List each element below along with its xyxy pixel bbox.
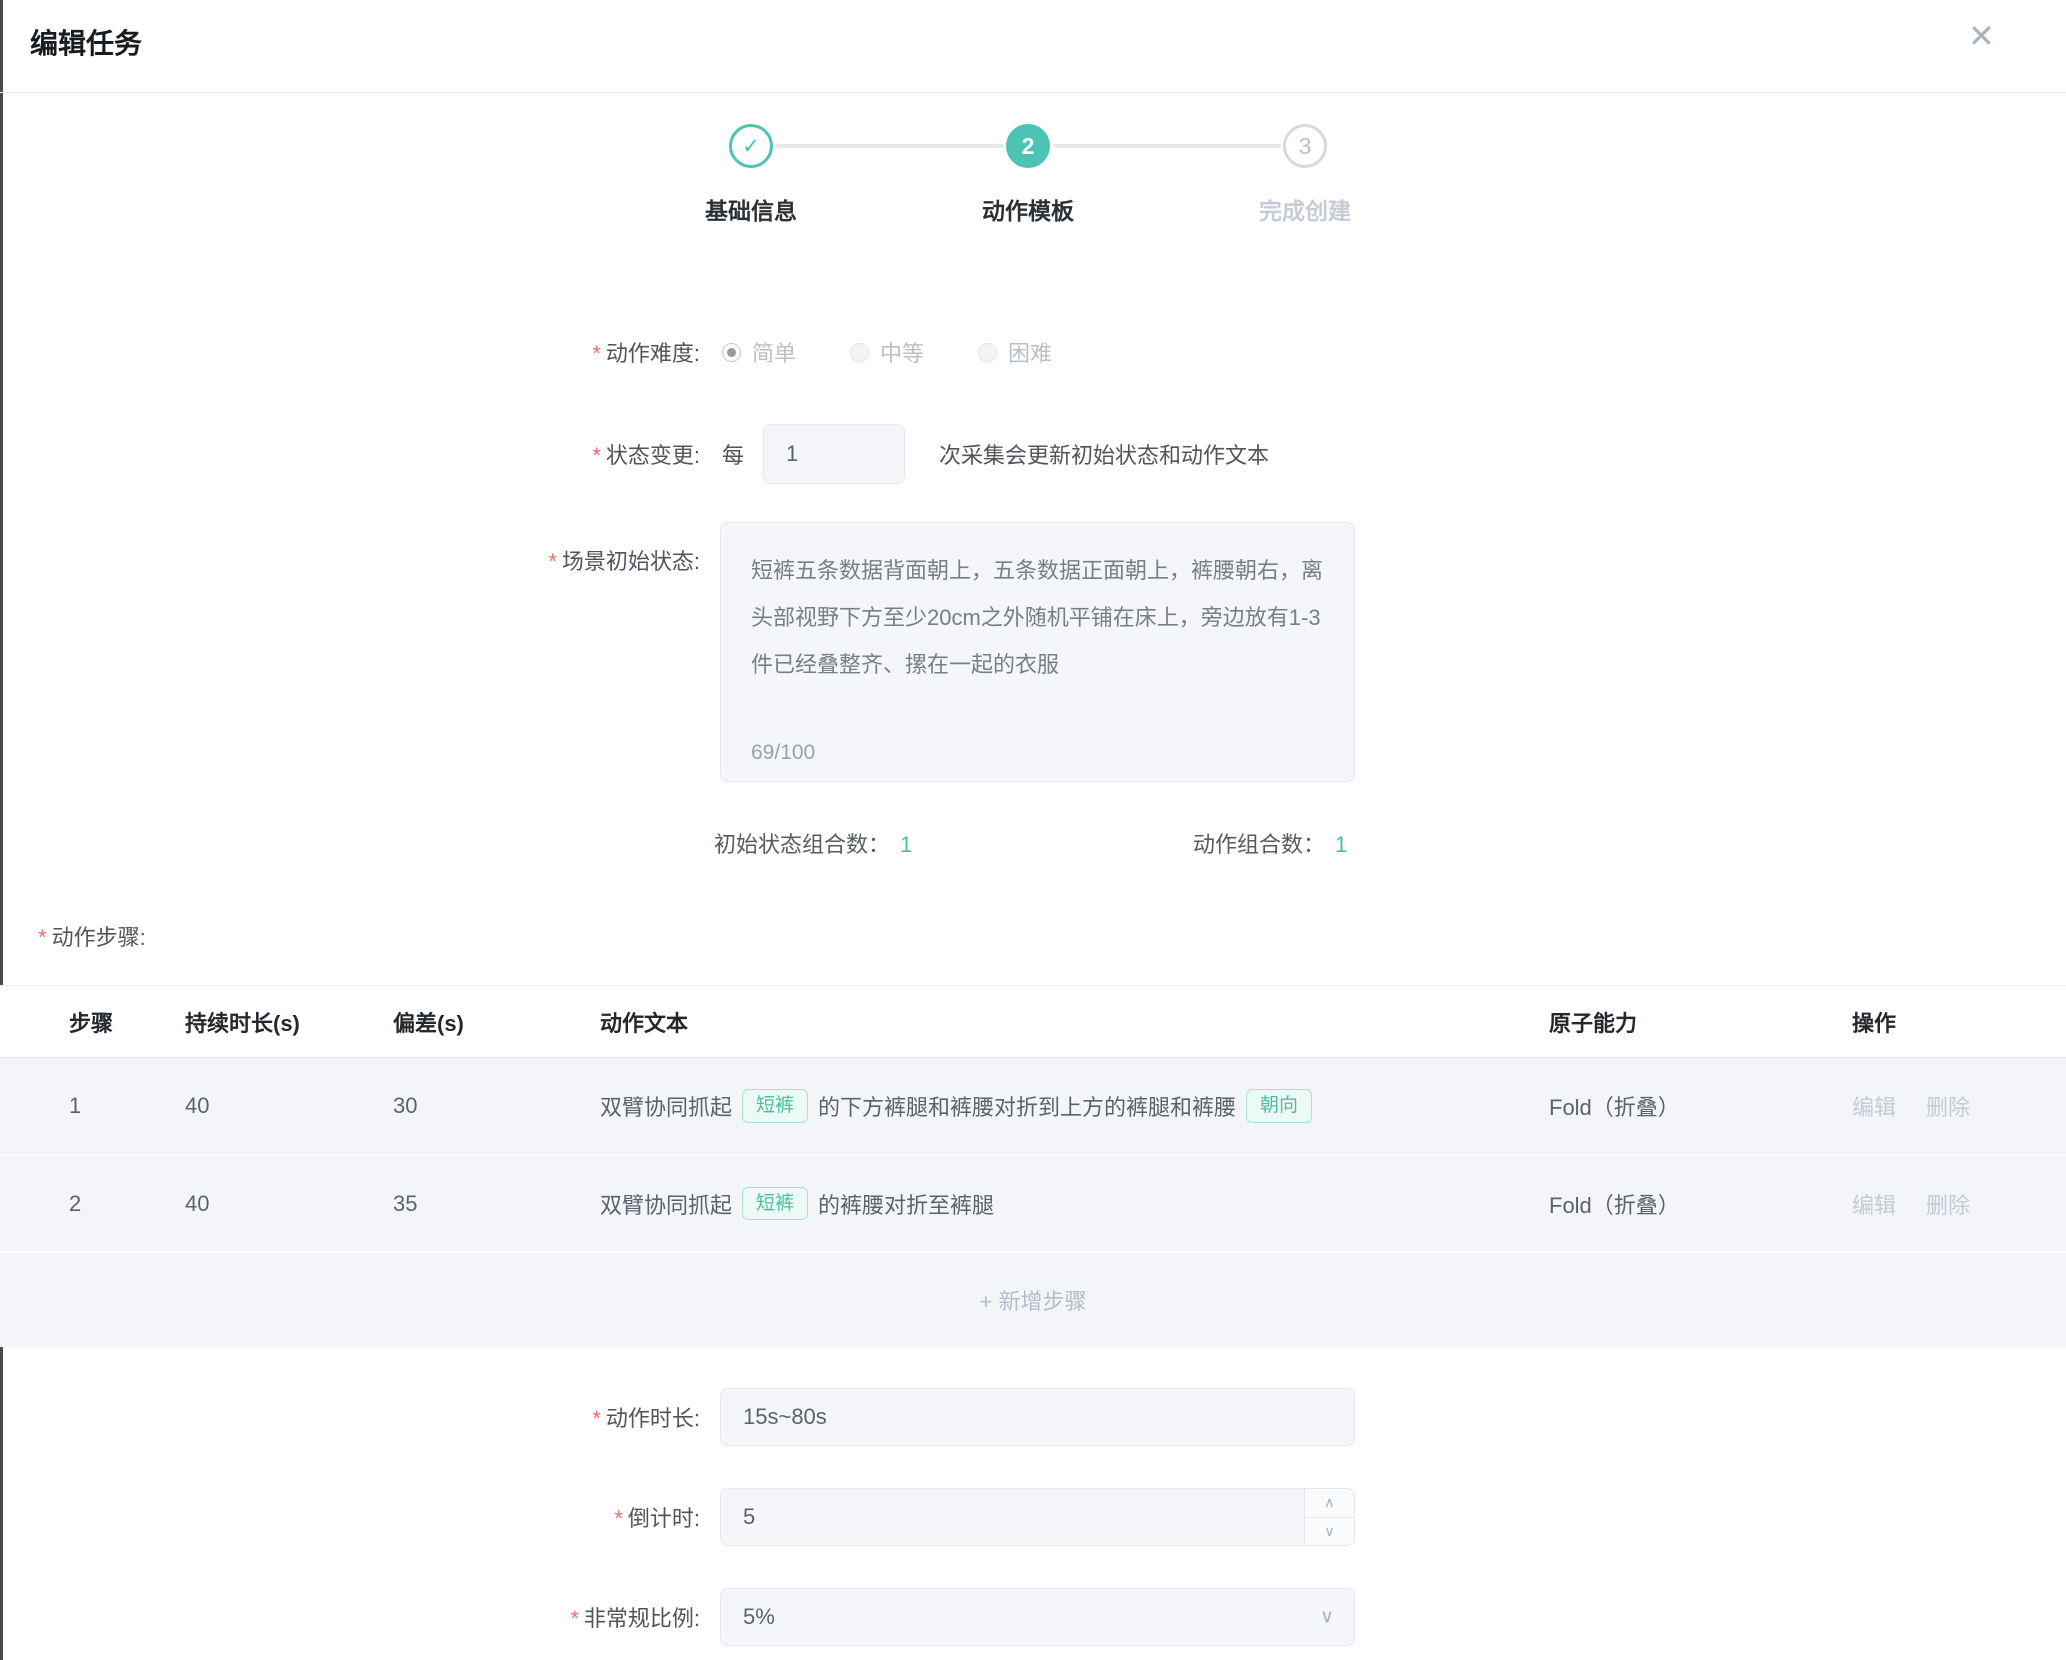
radio-option-hard[interactable]: 困难 — [978, 336, 1052, 368]
action-steps-label: *动作步骤: — [38, 920, 146, 952]
orientation-tag: 朝向 — [1246, 1089, 1312, 1123]
stepper-connector-2 — [1053, 144, 1281, 148]
step-3-label: 完成创建 — [1195, 192, 1415, 226]
col-text: 动作文本 — [600, 986, 688, 1057]
unusual-ratio-select[interactable]: 5% ∨ — [720, 1588, 1355, 1646]
table-row: 1 40 30 双臂协同抓起 短裤 的下方裤腿和裤腰对折到上方的裤腿和裤腰 朝向… — [0, 1057, 2066, 1154]
difficulty-row: *动作难度: 简单 中等 困难 — [0, 332, 2066, 372]
edit-link[interactable]: 编辑 — [1852, 1188, 1896, 1220]
difficulty-label: *动作难度: — [0, 336, 700, 368]
action-combo-count: 动作组合数：1 — [1193, 827, 1347, 859]
initial-state-label: *场景初始状态: — [0, 522, 700, 576]
step-2-marker: 2 — [1006, 124, 1050, 168]
required-star: * — [592, 341, 601, 366]
radio-icon-medium[interactable] — [850, 343, 869, 362]
step-2-label: 动作模板 — [918, 192, 1138, 226]
initial-state-row: *场景初始状态: 短裤五条数据背面朝上，五条数据正面朝上，裤腰朝右，离头部视野下… — [0, 522, 2066, 782]
state-change-label: *状态变更: — [0, 438, 700, 470]
action-duration-input[interactable]: 15s~80s — [720, 1388, 1355, 1446]
edit-task-dialog: 编辑任务 ✕ ✓ 2 3 基础信息 动作模板 完成创建 *动作难度: 简单 中等… — [0, 0, 2066, 1660]
initial-combo-value: 1 — [900, 832, 912, 857]
countdown-row: *倒计时: 5 ∧ ∨ — [0, 1488, 2066, 1546]
row2-duration: 40 — [185, 1156, 209, 1251]
increase-icon[interactable]: ∧ — [1305, 1489, 1354, 1518]
countdown-input[interactable]: 5 ∧ ∨ — [720, 1488, 1355, 1546]
action-duration-label: *动作时长: — [0, 1401, 700, 1433]
state-change-suffix: 次采集会更新初始状态和动作文本 — [939, 438, 1269, 470]
state-change-row: *状态变更: 每 1 次采集会更新初始状态和动作文本 — [0, 424, 2066, 484]
stepper-connector-1 — [776, 144, 1004, 148]
table-row: 2 40 35 双臂协同抓起 短裤 的裤腰对折至裤腿 Fold（折叠） 编辑 删… — [0, 1154, 2066, 1251]
difficulty-radio-group: 简单 中等 困难 — [722, 336, 1106, 368]
step-1-label: 基础信息 — [641, 192, 861, 226]
action-combo-value: 1 — [1335, 832, 1347, 857]
unusual-ratio-row: *非常规比例: 5% ∨ — [0, 1588, 2066, 1646]
row2-action-text: 双臂协同抓起 短裤 的裤腰对折至裤腿 — [600, 1156, 994, 1251]
initial-state-text: 短裤五条数据背面朝上，五条数据正面朝上，裤腰朝右，离头部视野下方至少20cm之外… — [721, 523, 1354, 688]
delete-link[interactable]: 删除 — [1926, 1188, 1970, 1220]
initial-combo-count: 初始状态组合数：1 — [714, 827, 912, 859]
countdown-value: 5 — [721, 1504, 755, 1530]
radio-icon-easy[interactable] — [722, 343, 741, 362]
state-change-prefix: 每 — [722, 438, 744, 470]
row2-deviation: 35 — [393, 1156, 417, 1251]
radio-option-medium[interactable]: 中等 — [850, 336, 924, 368]
object-tag: 短裤 — [742, 1187, 808, 1221]
dialog-title: 编辑任务 — [30, 22, 142, 62]
delete-link[interactable]: 删除 — [1926, 1090, 1970, 1122]
col-deviation: 偏差(s) — [393, 986, 464, 1057]
action-duration-row: *动作时长: 15s~80s — [0, 1388, 2066, 1446]
row1-action-text: 双臂协同抓起 短裤 的下方裤腿和裤腰对折到上方的裤腿和裤腰 朝向 — [600, 1058, 1322, 1154]
col-step: 步骤 — [69, 986, 113, 1057]
step-1-check-icon: ✓ — [729, 124, 773, 168]
state-change-input[interactable]: 1 — [763, 424, 905, 484]
object-tag: 短裤 — [742, 1089, 808, 1123]
char-counter: 69/100 — [751, 741, 815, 765]
add-step-button[interactable]: + 新增步骤 — [980, 1284, 1087, 1316]
unusual-ratio-label: *非常规比例: — [0, 1601, 700, 1633]
row1-deviation: 30 — [393, 1058, 417, 1154]
number-spinner: ∧ ∨ — [1304, 1489, 1354, 1545]
add-step-band: + 新增步骤 — [0, 1251, 2066, 1347]
col-duration: 持续时长(s) — [185, 986, 300, 1057]
row2-step: 2 — [69, 1156, 81, 1251]
row1-operations: 编辑 删除 — [1852, 1058, 2000, 1154]
radio-option-easy[interactable]: 简单 — [722, 336, 796, 368]
row2-operations: 编辑 删除 — [1852, 1156, 2000, 1251]
radio-icon-hard[interactable] — [978, 343, 997, 362]
chevron-down-icon: ∨ — [1320, 1606, 1334, 1629]
header-divider — [0, 92, 2066, 93]
steps-table-header: 步骤 持续时长(s) 偏差(s) 动作文本 原子能力 操作 — [0, 985, 2066, 1057]
unusual-ratio-value: 5% — [743, 1604, 775, 1630]
col-operation: 操作 — [1852, 986, 1896, 1057]
close-icon[interactable]: ✕ — [1962, 14, 2001, 58]
row2-ability: Fold（折叠） — [1549, 1156, 1680, 1251]
col-ability: 原子能力 — [1549, 986, 1637, 1057]
edit-link[interactable]: 编辑 — [1852, 1090, 1896, 1122]
row1-duration: 40 — [185, 1058, 209, 1154]
decrease-icon[interactable]: ∨ — [1305, 1518, 1354, 1546]
step-3-marker: 3 — [1283, 124, 1327, 168]
row1-step: 1 — [69, 1058, 81, 1154]
initial-state-textarea[interactable]: 短裤五条数据背面朝上，五条数据正面朝上，裤腰朝右，离头部视野下方至少20cm之外… — [720, 522, 1355, 782]
row1-ability: Fold（折叠） — [1549, 1058, 1680, 1154]
countdown-label: *倒计时: — [0, 1501, 700, 1533]
